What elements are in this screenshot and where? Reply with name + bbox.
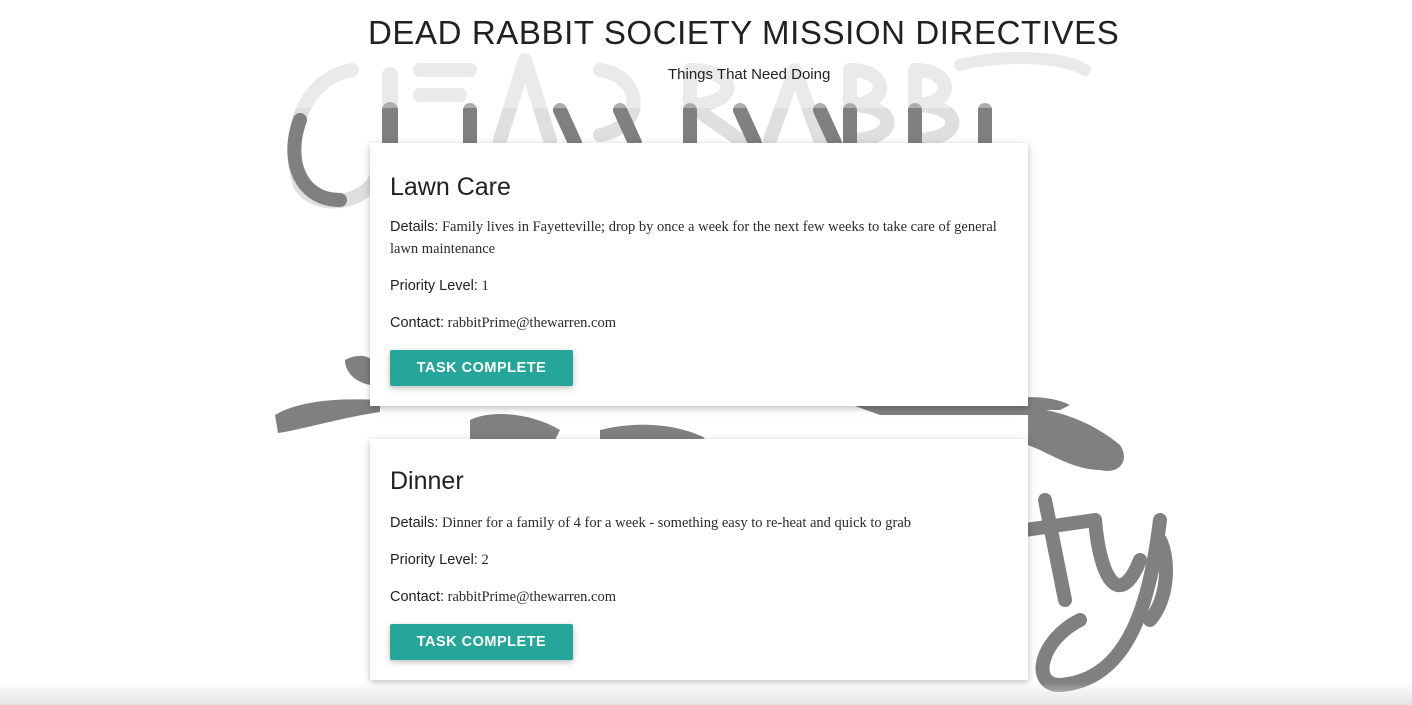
task-title: Lawn Care	[390, 173, 511, 201]
details-value: Dinner for a family of 4 for a week - so…	[441, 515, 912, 531]
priority-label: Priority Level:	[390, 552, 478, 568]
details-value: Family lives in Fayetteville; drop by on…	[390, 219, 997, 257]
priority-value: 2	[481, 552, 489, 568]
priority-value: 1	[481, 278, 489, 294]
task-card: Dinner Details: Dinner for a family of 4…	[370, 439, 1028, 680]
page-subtitle: Things That Need Doing	[668, 66, 831, 83]
task-title: Dinner	[390, 467, 464, 495]
task-details: Details: Dinner for a family of 4 for a …	[390, 512, 1008, 534]
task-contact: Contact: rabbitPrime@thewarren.com	[390, 586, 1008, 608]
contact-value: rabbitPrime@thewarren.com	[447, 315, 616, 331]
task-contact: Contact: rabbitPrime@thewarren.com	[390, 312, 1008, 334]
details-label: Details:	[390, 219, 439, 235]
page-title: DEAD RABBIT SOCIETY MISSION DIRECTIVES	[368, 14, 1120, 51]
task-card: Lawn Care Details: Family lives in Fayet…	[370, 143, 1028, 406]
task-complete-button[interactable]: Task Complete	[390, 350, 573, 386]
contact-label: Contact:	[390, 589, 444, 605]
task-complete-button[interactable]: Task Complete	[390, 624, 573, 660]
task-priority: Priority Level: 1	[390, 275, 1008, 297]
task-priority: Priority Level: 2	[390, 549, 1008, 571]
contact-label: Contact:	[390, 315, 444, 331]
details-label: Details:	[390, 515, 439, 531]
site-header: DEAD RABBIT SOCIETY MISSION DIRECTIVES T…	[0, 0, 1412, 108]
priority-label: Priority Level:	[390, 278, 478, 294]
contact-value: rabbitPrime@thewarren.com	[447, 589, 616, 605]
task-details: Details: Family lives in Fayetteville; d…	[390, 216, 1008, 260]
bottom-shadow	[0, 682, 1412, 705]
